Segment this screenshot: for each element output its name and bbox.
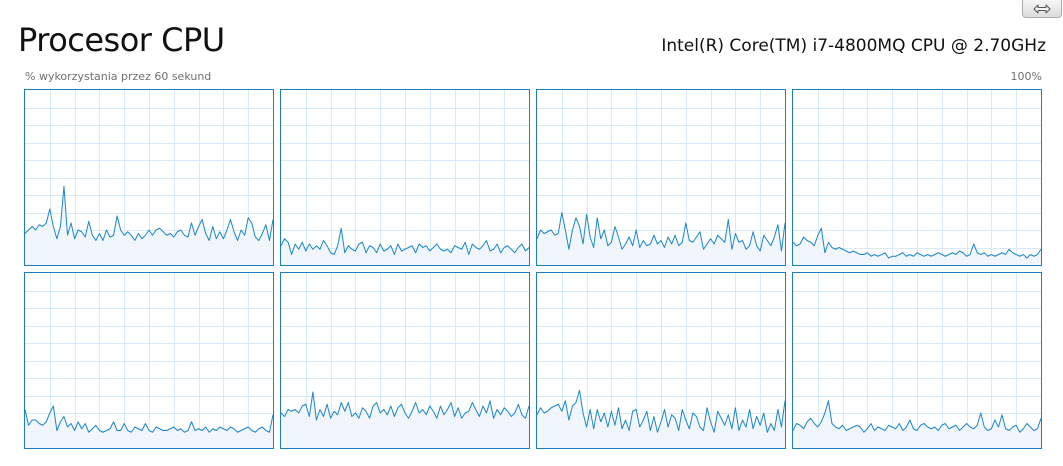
cpu-core-graph	[792, 89, 1042, 266]
core-graph-plot	[793, 90, 1041, 265]
page-title: Procesor CPU	[18, 21, 225, 59]
cpu-core-graph	[536, 89, 786, 266]
core-graph-plot	[281, 90, 529, 265]
core-graph-plot	[537, 273, 785, 448]
core-graph-plot	[25, 90, 273, 265]
core-graph-plot	[537, 90, 785, 265]
swap-view-button[interactable]	[1022, 0, 1062, 18]
core-graph-plot	[793, 273, 1041, 448]
core-graph-plot	[25, 273, 273, 448]
swap-arrows-icon	[1033, 4, 1051, 14]
graph-gridlines	[793, 90, 1041, 265]
graph-gridlines	[281, 90, 529, 265]
graph-max-label: 100%	[1010, 70, 1042, 83]
cpu-core-graph	[24, 89, 274, 266]
cpu-core-graph	[792, 272, 1042, 449]
cpu-core-graph	[536, 272, 786, 449]
task-manager-cpu-panel: Procesor CPU Intel(R) Core(TM) i7-4800MQ…	[0, 0, 1063, 466]
core-graph-plot	[281, 273, 529, 448]
core-graph-grid	[24, 89, 1049, 450]
cpu-core-graph	[280, 89, 530, 266]
cpu-model-label: Intel(R) Core(TM) i7-4800MQ CPU @ 2.70GH…	[661, 36, 1046, 56]
cpu-core-graph	[24, 272, 274, 449]
cpu-core-graph	[280, 272, 530, 449]
graph-axis-label: % wykorzystania przez 60 sekund	[25, 70, 212, 83]
